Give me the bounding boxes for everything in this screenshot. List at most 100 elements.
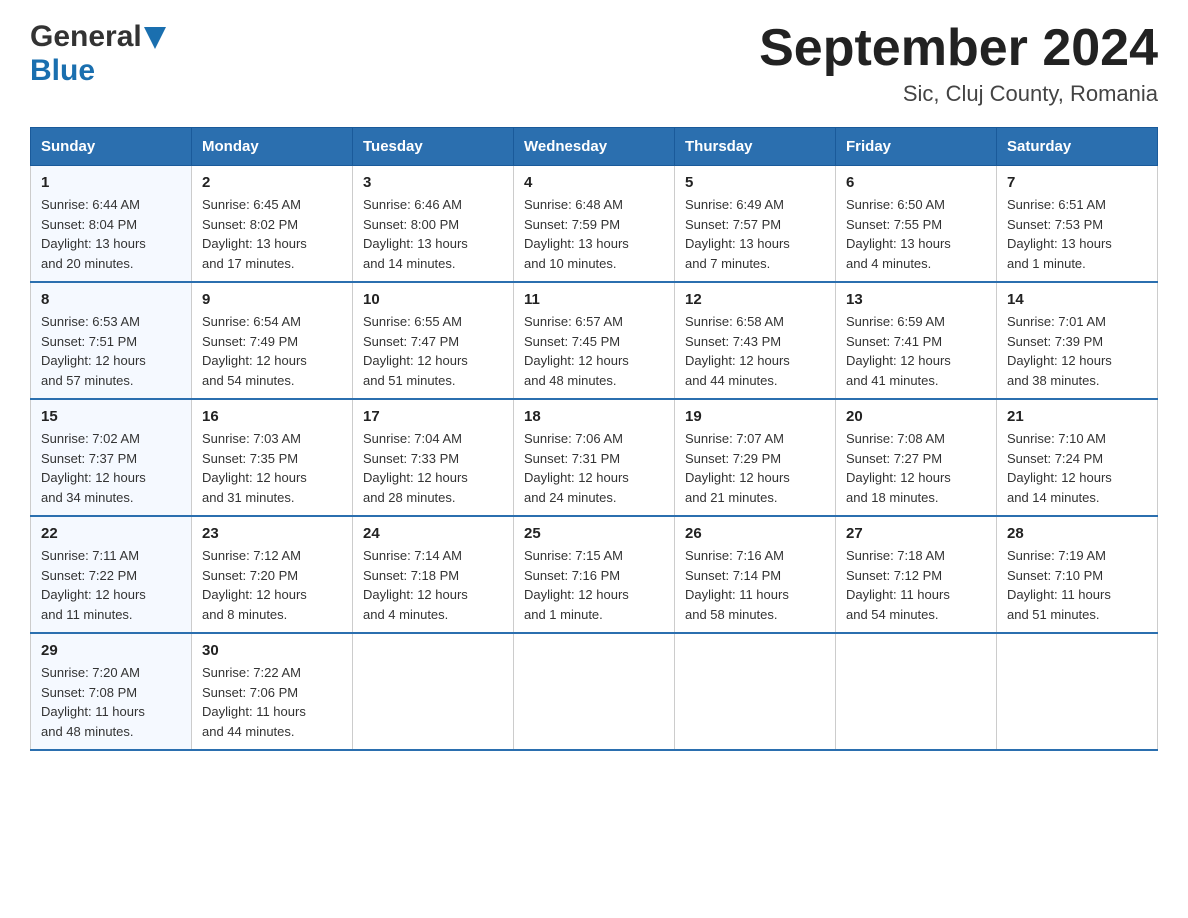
day-info: Sunrise: 7:19 AMSunset: 7:10 PMDaylight:… <box>1007 548 1111 622</box>
day-cell: 15 Sunrise: 7:02 AMSunset: 7:37 PMDaylig… <box>31 399 192 516</box>
day-cell: 28 Sunrise: 7:19 AMSunset: 7:10 PMDaylig… <box>997 516 1158 633</box>
day-info: Sunrise: 7:08 AMSunset: 7:27 PMDaylight:… <box>846 431 951 505</box>
month-year-title: September 2024 <box>759 20 1158 77</box>
day-cell: 1 Sunrise: 6:44 AMSunset: 8:04 PMDayligh… <box>31 166 192 283</box>
day-info: Sunrise: 6:50 AMSunset: 7:55 PMDaylight:… <box>846 197 951 271</box>
header-cell-wednesday: Wednesday <box>514 128 675 166</box>
day-number: 12 <box>685 291 825 308</box>
day-number: 23 <box>202 525 342 542</box>
day-number: 26 <box>685 525 825 542</box>
page-header: General Blue September 2024 Sic, Cluj Co… <box>30 20 1158 107</box>
day-number: 13 <box>846 291 986 308</box>
day-cell <box>514 633 675 750</box>
day-number: 20 <box>846 408 986 425</box>
day-cell: 29 Sunrise: 7:20 AMSunset: 7:08 PMDaylig… <box>31 633 192 750</box>
day-cell: 17 Sunrise: 7:04 AMSunset: 7:33 PMDaylig… <box>353 399 514 516</box>
day-info: Sunrise: 6:57 AMSunset: 7:45 PMDaylight:… <box>524 314 629 388</box>
day-number: 10 <box>363 291 503 308</box>
header-row: SundayMondayTuesdayWednesdayThursdayFrid… <box>31 128 1158 166</box>
day-number: 19 <box>685 408 825 425</box>
day-number: 28 <box>1007 525 1147 542</box>
day-cell: 9 Sunrise: 6:54 AMSunset: 7:49 PMDayligh… <box>192 282 353 399</box>
day-number: 6 <box>846 174 986 191</box>
day-cell: 14 Sunrise: 7:01 AMSunset: 7:39 PMDaylig… <box>997 282 1158 399</box>
day-cell: 21 Sunrise: 7:10 AMSunset: 7:24 PMDaylig… <box>997 399 1158 516</box>
day-number: 3 <box>363 174 503 191</box>
day-info: Sunrise: 7:20 AMSunset: 7:08 PMDaylight:… <box>41 665 145 739</box>
day-info: Sunrise: 7:01 AMSunset: 7:39 PMDaylight:… <box>1007 314 1112 388</box>
day-cell: 3 Sunrise: 6:46 AMSunset: 8:00 PMDayligh… <box>353 166 514 283</box>
header-cell-saturday: Saturday <box>997 128 1158 166</box>
header-cell-tuesday: Tuesday <box>353 128 514 166</box>
day-cell: 20 Sunrise: 7:08 AMSunset: 7:27 PMDaylig… <box>836 399 997 516</box>
day-number: 7 <box>1007 174 1147 191</box>
header-cell-monday: Monday <box>192 128 353 166</box>
day-cell: 2 Sunrise: 6:45 AMSunset: 8:02 PMDayligh… <box>192 166 353 283</box>
day-cell: 7 Sunrise: 6:51 AMSunset: 7:53 PMDayligh… <box>997 166 1158 283</box>
calendar-table: SundayMondayTuesdayWednesdayThursdayFrid… <box>30 127 1158 751</box>
logo-blue-text: Blue <box>30 54 95 87</box>
day-number: 21 <box>1007 408 1147 425</box>
day-number: 9 <box>202 291 342 308</box>
day-number: 15 <box>41 408 181 425</box>
day-cell: 10 Sunrise: 6:55 AMSunset: 7:47 PMDaylig… <box>353 282 514 399</box>
day-info: Sunrise: 6:53 AMSunset: 7:51 PMDaylight:… <box>41 314 146 388</box>
day-cell: 26 Sunrise: 7:16 AMSunset: 7:14 PMDaylig… <box>675 516 836 633</box>
day-number: 22 <box>41 525 181 542</box>
day-cell: 23 Sunrise: 7:12 AMSunset: 7:20 PMDaylig… <box>192 516 353 633</box>
day-cell: 25 Sunrise: 7:15 AMSunset: 7:16 PMDaylig… <box>514 516 675 633</box>
day-info: Sunrise: 7:14 AMSunset: 7:18 PMDaylight:… <box>363 548 468 622</box>
day-info: Sunrise: 6:58 AMSunset: 7:43 PMDaylight:… <box>685 314 790 388</box>
day-cell: 16 Sunrise: 7:03 AMSunset: 7:35 PMDaylig… <box>192 399 353 516</box>
day-info: Sunrise: 7:02 AMSunset: 7:37 PMDaylight:… <box>41 431 146 505</box>
day-number: 25 <box>524 525 664 542</box>
day-cell: 13 Sunrise: 6:59 AMSunset: 7:41 PMDaylig… <box>836 282 997 399</box>
day-info: Sunrise: 7:11 AMSunset: 7:22 PMDaylight:… <box>41 548 146 622</box>
day-number: 27 <box>846 525 986 542</box>
day-cell: 27 Sunrise: 7:18 AMSunset: 7:12 PMDaylig… <box>836 516 997 633</box>
day-cell: 4 Sunrise: 6:48 AMSunset: 7:59 PMDayligh… <box>514 166 675 283</box>
day-cell: 11 Sunrise: 6:57 AMSunset: 7:45 PMDaylig… <box>514 282 675 399</box>
calendar-header: SundayMondayTuesdayWednesdayThursdayFrid… <box>31 128 1158 166</box>
day-number: 16 <box>202 408 342 425</box>
week-row-2: 8 Sunrise: 6:53 AMSunset: 7:51 PMDayligh… <box>31 282 1158 399</box>
week-row-3: 15 Sunrise: 7:02 AMSunset: 7:37 PMDaylig… <box>31 399 1158 516</box>
header-cell-sunday: Sunday <box>31 128 192 166</box>
day-info: Sunrise: 7:10 AMSunset: 7:24 PMDaylight:… <box>1007 431 1112 505</box>
calendar-body: 1 Sunrise: 6:44 AMSunset: 8:04 PMDayligh… <box>31 166 1158 751</box>
day-info: Sunrise: 7:22 AMSunset: 7:06 PMDaylight:… <box>202 665 306 739</box>
day-cell: 18 Sunrise: 7:06 AMSunset: 7:31 PMDaylig… <box>514 399 675 516</box>
day-cell: 30 Sunrise: 7:22 AMSunset: 7:06 PMDaylig… <box>192 633 353 750</box>
day-info: Sunrise: 7:18 AMSunset: 7:12 PMDaylight:… <box>846 548 950 622</box>
day-number: 18 <box>524 408 664 425</box>
day-info: Sunrise: 6:44 AMSunset: 8:04 PMDaylight:… <box>41 197 146 271</box>
day-info: Sunrise: 7:07 AMSunset: 7:29 PMDaylight:… <box>685 431 790 505</box>
day-number: 24 <box>363 525 503 542</box>
day-number: 17 <box>363 408 503 425</box>
logo: General Blue <box>30 20 166 88</box>
day-info: Sunrise: 7:04 AMSunset: 7:33 PMDaylight:… <box>363 431 468 505</box>
day-cell: 12 Sunrise: 6:58 AMSunset: 7:43 PMDaylig… <box>675 282 836 399</box>
day-info: Sunrise: 6:51 AMSunset: 7:53 PMDaylight:… <box>1007 197 1112 271</box>
day-info: Sunrise: 6:49 AMSunset: 7:57 PMDaylight:… <box>685 197 790 271</box>
logo-general-text: General <box>30 20 142 54</box>
day-number: 2 <box>202 174 342 191</box>
day-info: Sunrise: 7:03 AMSunset: 7:35 PMDaylight:… <box>202 431 307 505</box>
day-number: 29 <box>41 642 181 659</box>
day-cell <box>997 633 1158 750</box>
day-info: Sunrise: 6:48 AMSunset: 7:59 PMDaylight:… <box>524 197 629 271</box>
day-info: Sunrise: 6:45 AMSunset: 8:02 PMDaylight:… <box>202 197 307 271</box>
title-block: September 2024 Sic, Cluj County, Romania <box>759 20 1158 107</box>
day-info: Sunrise: 7:12 AMSunset: 7:20 PMDaylight:… <box>202 548 307 622</box>
day-cell: 8 Sunrise: 6:53 AMSunset: 7:51 PMDayligh… <box>31 282 192 399</box>
day-info: Sunrise: 7:16 AMSunset: 7:14 PMDaylight:… <box>685 548 789 622</box>
day-number: 30 <box>202 642 342 659</box>
day-cell <box>353 633 514 750</box>
day-cell <box>675 633 836 750</box>
day-info: Sunrise: 6:59 AMSunset: 7:41 PMDaylight:… <box>846 314 951 388</box>
day-cell: 5 Sunrise: 6:49 AMSunset: 7:57 PMDayligh… <box>675 166 836 283</box>
day-info: Sunrise: 6:46 AMSunset: 8:00 PMDaylight:… <box>363 197 468 271</box>
day-number: 4 <box>524 174 664 191</box>
header-cell-friday: Friday <box>836 128 997 166</box>
day-cell <box>836 633 997 750</box>
